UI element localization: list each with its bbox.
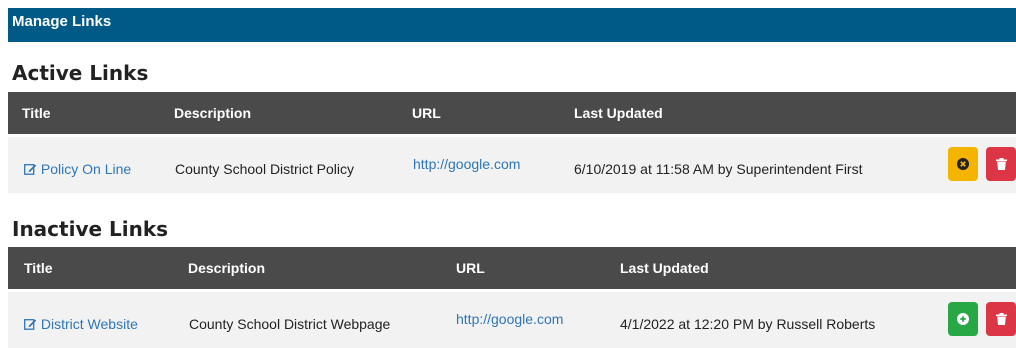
column-title: Title bbox=[22, 105, 51, 121]
edit-icon bbox=[24, 164, 37, 175]
activate-button[interactable] bbox=[948, 302, 978, 336]
column-description: Description bbox=[174, 105, 252, 121]
trash-icon bbox=[995, 158, 1007, 170]
row-url[interactable]: http://google.com bbox=[413, 156, 520, 172]
column-last-updated: Last Updated bbox=[574, 105, 663, 121]
delete-button[interactable] bbox=[986, 147, 1016, 181]
link-title-text: District Website bbox=[40, 316, 138, 332]
column-title: Title bbox=[24, 260, 53, 276]
trash-icon bbox=[995, 313, 1007, 325]
deactivate-button[interactable] bbox=[948, 147, 978, 181]
inactive-links-title: Inactive Links bbox=[12, 217, 169, 241]
column-description: Description bbox=[188, 260, 266, 276]
table-row: Policy On Line County School District Po… bbox=[8, 137, 1016, 193]
link-title[interactable]: District Website bbox=[24, 316, 138, 332]
row-description: County School District Webpage bbox=[189, 316, 391, 332]
inactive-table-header: Title Description URL Last Updated bbox=[8, 247, 1016, 289]
active-links-title: Active Links bbox=[12, 61, 149, 85]
times-circle-icon bbox=[957, 158, 969, 170]
table-row: District Website County School District … bbox=[8, 292, 1016, 348]
column-last-updated: Last Updated bbox=[620, 260, 709, 276]
row-description: County School District Policy bbox=[175, 161, 354, 177]
row-updated: 6/10/2019 at 11:58 AM by Superintendent … bbox=[574, 161, 863, 177]
row-updated: 4/1/2022 at 12:20 PM by Russell Roberts bbox=[620, 316, 876, 332]
link-title-text: Policy On Line bbox=[40, 161, 132, 177]
plus-circle-icon bbox=[957, 313, 969, 325]
link-title[interactable]: Policy On Line bbox=[24, 161, 131, 177]
column-url: URL bbox=[412, 105, 441, 121]
panel-header: Manage Links bbox=[8, 8, 1016, 42]
row-url[interactable]: http://google.com bbox=[456, 311, 563, 327]
edit-icon bbox=[24, 319, 37, 330]
delete-button[interactable] bbox=[986, 302, 1016, 336]
manage-links-panel: Manage Links Active Links Title Descript… bbox=[8, 8, 1016, 348]
active-table-header: Title Description URL Last Updated bbox=[8, 92, 1016, 134]
column-url: URL bbox=[456, 260, 485, 276]
